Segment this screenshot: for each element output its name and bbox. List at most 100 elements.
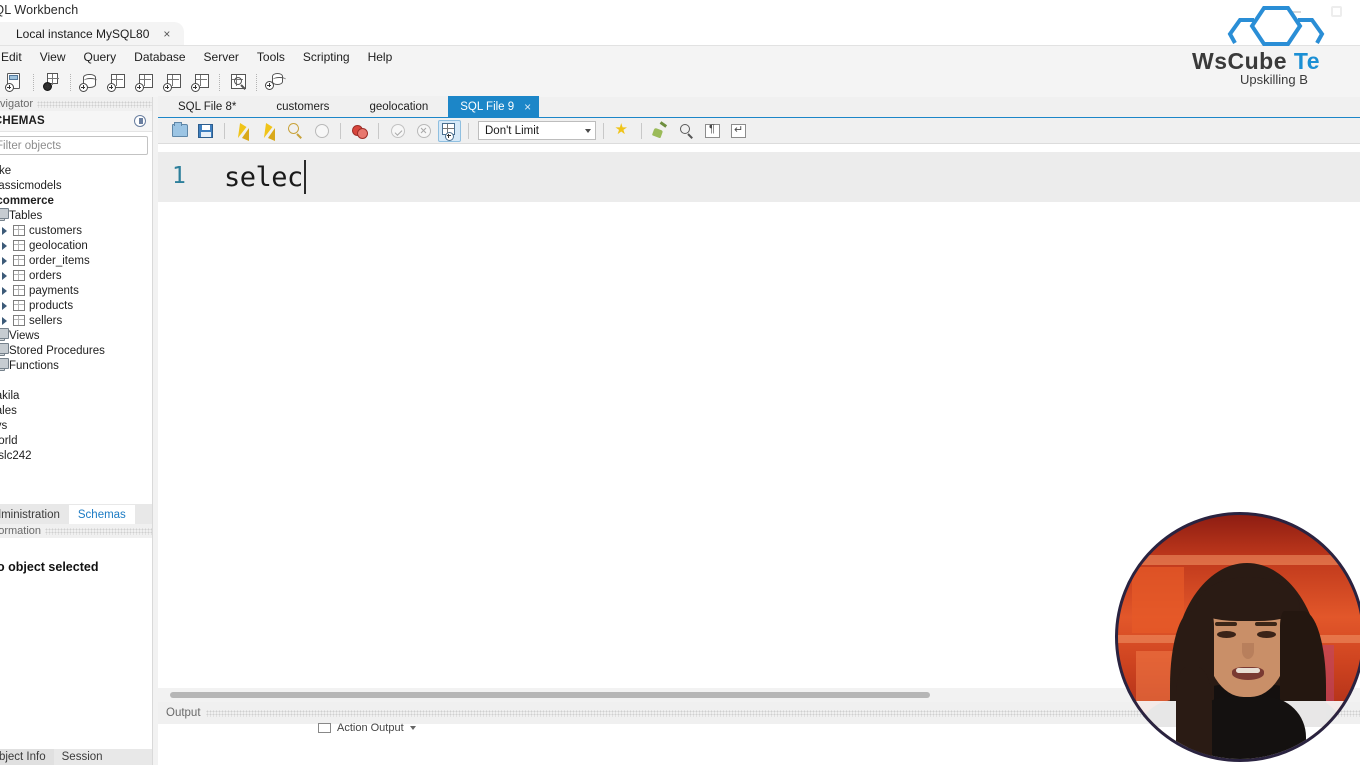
editor-tab-geolocation[interactable]: geolocation bbox=[349, 96, 449, 117]
close-icon[interactable]: × bbox=[163, 27, 170, 41]
rollback-transaction-icon[interactable] bbox=[412, 120, 435, 142]
new-function-icon[interactable] bbox=[188, 69, 214, 95]
expand-arrow-icon[interactable] bbox=[0, 226, 9, 235]
save-snippet-icon[interactable] bbox=[611, 120, 634, 142]
tree-item-products[interactable]: products bbox=[0, 298, 152, 313]
chevron-down-icon[interactable] bbox=[585, 128, 591, 133]
search-data-icon[interactable] bbox=[225, 69, 251, 95]
tree-item-order-items[interactable]: order_items bbox=[0, 253, 152, 268]
toggle-schema-tree-icon[interactable] bbox=[348, 120, 371, 142]
tree-item-label: Views bbox=[9, 329, 40, 342]
tree-item-geolocation[interactable]: geolocation bbox=[0, 238, 152, 253]
toolbar-separator bbox=[256, 73, 257, 91]
editor-tab-sql-file-8[interactable]: SQL File 8* bbox=[158, 96, 257, 117]
menu-item-edit[interactable]: Edit bbox=[0, 48, 31, 66]
tree-item-hr[interactable]: hr bbox=[0, 373, 152, 388]
expand-arrow-icon[interactable] bbox=[0, 316, 9, 325]
window-title: SQL Workbench bbox=[0, 3, 79, 17]
new-sql-tab-icon[interactable] bbox=[2, 69, 28, 95]
tree-item-bike[interactable]: bike bbox=[0, 163, 152, 178]
commit-transaction-icon[interactable] bbox=[386, 120, 409, 142]
menu-item-scripting[interactable]: Scripting bbox=[294, 48, 359, 66]
new-procedure-icon[interactable] bbox=[160, 69, 186, 95]
sidebar-bottom-tabs: Administration Schemas bbox=[0, 504, 152, 524]
menu-item-query[interactable]: Query bbox=[74, 48, 125, 66]
menu-item-tools[interactable]: Tools bbox=[248, 48, 294, 66]
tree-item-label: products bbox=[29, 299, 74, 312]
tree-item-tables[interactable]: Tables bbox=[0, 208, 152, 223]
tree-item-sellers[interactable]: sellers bbox=[0, 313, 152, 328]
new-view-icon[interactable] bbox=[132, 69, 158, 95]
expand-arrow-icon[interactable] bbox=[0, 286, 9, 295]
toggle-autocommit-icon[interactable] bbox=[438, 119, 461, 142]
tree-item-wslc242[interactable]: wslc242 bbox=[0, 448, 152, 463]
navigator-panel-header: Navigator bbox=[0, 97, 152, 111]
chevron-down-icon[interactable] bbox=[409, 726, 416, 730]
tree-item-orders[interactable]: orders bbox=[0, 268, 152, 283]
open-sql-file-icon[interactable] bbox=[168, 120, 191, 142]
folder-icon bbox=[0, 358, 9, 371]
filter-objects-input[interactable]: Filter objects bbox=[0, 136, 148, 155]
reverse-engineer-icon[interactable] bbox=[262, 69, 288, 95]
refresh-icon[interactable] bbox=[134, 115, 146, 127]
text-cursor bbox=[303, 160, 306, 194]
expand-arrow-icon[interactable] bbox=[0, 256, 9, 265]
tree-item-stored-procedures[interactable]: Stored Procedures bbox=[0, 343, 152, 358]
tree-item-label: Stored Procedures bbox=[9, 344, 105, 357]
info-tab-session[interactable]: Session bbox=[54, 749, 111, 765]
new-schema-icon[interactable] bbox=[76, 69, 102, 95]
table-icon bbox=[13, 270, 25, 281]
info-tab-object-info[interactable]: Object Info bbox=[0, 749, 54, 765]
show-invisible-characters-icon[interactable] bbox=[701, 120, 724, 142]
sidebar-tab-administration[interactable]: Administration bbox=[0, 505, 69, 524]
editor-tab-label: SQL File 9 bbox=[460, 100, 515, 113]
explain-query-icon[interactable] bbox=[284, 120, 307, 142]
sidebar-tab-schemas[interactable]: Schemas bbox=[68, 505, 135, 524]
beautify-query-icon[interactable] bbox=[649, 120, 672, 142]
close-icon[interactable]: × bbox=[524, 100, 531, 114]
tree-item-sales[interactable]: sales bbox=[0, 403, 152, 418]
instance-tab-local-mysql80[interactable]: Local instance MySQL80 × bbox=[0, 22, 185, 46]
navigator-header-label: Navigator bbox=[0, 98, 38, 110]
tree-item-ecommerce[interactable]: ecommerce bbox=[0, 193, 152, 208]
menu-item-help[interactable]: Help bbox=[359, 48, 402, 66]
new-connection-icon[interactable] bbox=[39, 69, 65, 95]
minimize-icon[interactable] bbox=[1290, 10, 1301, 13]
toolbar-separator bbox=[70, 73, 71, 91]
find-icon[interactable] bbox=[675, 120, 698, 142]
tree-item-world[interactable]: world bbox=[0, 433, 152, 448]
menu-bar: Edit View Query Database Server Tools Sc… bbox=[0, 46, 1360, 67]
execute-current-statement-icon[interactable] bbox=[258, 120, 281, 142]
menu-item-server[interactable]: Server bbox=[195, 48, 248, 66]
tree-item-payments[interactable]: payments bbox=[0, 283, 152, 298]
table-icon bbox=[13, 315, 25, 326]
save-sql-file-icon[interactable] bbox=[194, 120, 217, 142]
menu-item-database[interactable]: Database bbox=[125, 48, 194, 66]
toolbar-separator bbox=[219, 73, 220, 91]
new-table-icon[interactable] bbox=[104, 69, 130, 95]
tree-item-customers[interactable]: customers bbox=[0, 223, 152, 238]
tree-item-views[interactable]: Views bbox=[0, 328, 152, 343]
stop-on-error-icon[interactable] bbox=[310, 120, 333, 142]
expand-arrow-icon[interactable] bbox=[0, 301, 9, 310]
tree-item-sys[interactable]: sys bbox=[0, 418, 152, 433]
tree-item-sakila[interactable]: sakila bbox=[0, 388, 152, 403]
table-icon bbox=[13, 300, 25, 311]
maximize-icon[interactable] bbox=[1331, 6, 1342, 17]
scrollbar-thumb[interactable] bbox=[170, 692, 930, 698]
tree-item-label: ecommerce bbox=[0, 194, 54, 207]
row-limit-select[interactable]: Don't Limit bbox=[478, 121, 596, 140]
action-output-label: Action Output bbox=[337, 722, 404, 734]
tree-item-label: geolocation bbox=[29, 239, 88, 252]
menu-item-view[interactable]: View bbox=[31, 48, 75, 66]
editor-tab-sql-file-9[interactable]: SQL File 9 × bbox=[448, 96, 540, 117]
editor-tab-customers[interactable]: customers bbox=[256, 96, 350, 117]
tree-item-functions[interactable]: Functions bbox=[0, 358, 152, 373]
expand-arrow-icon[interactable] bbox=[0, 271, 9, 280]
action-output-selector[interactable]: Action Output bbox=[318, 720, 416, 736]
row-limit-value: Don't Limit bbox=[485, 124, 539, 137]
execute-statement-icon[interactable] bbox=[232, 120, 255, 142]
tree-item-classicmodels[interactable]: classicmodels bbox=[0, 178, 152, 193]
expand-arrow-icon[interactable] bbox=[0, 241, 9, 250]
toggle-wrap-lines-icon[interactable] bbox=[727, 120, 750, 142]
